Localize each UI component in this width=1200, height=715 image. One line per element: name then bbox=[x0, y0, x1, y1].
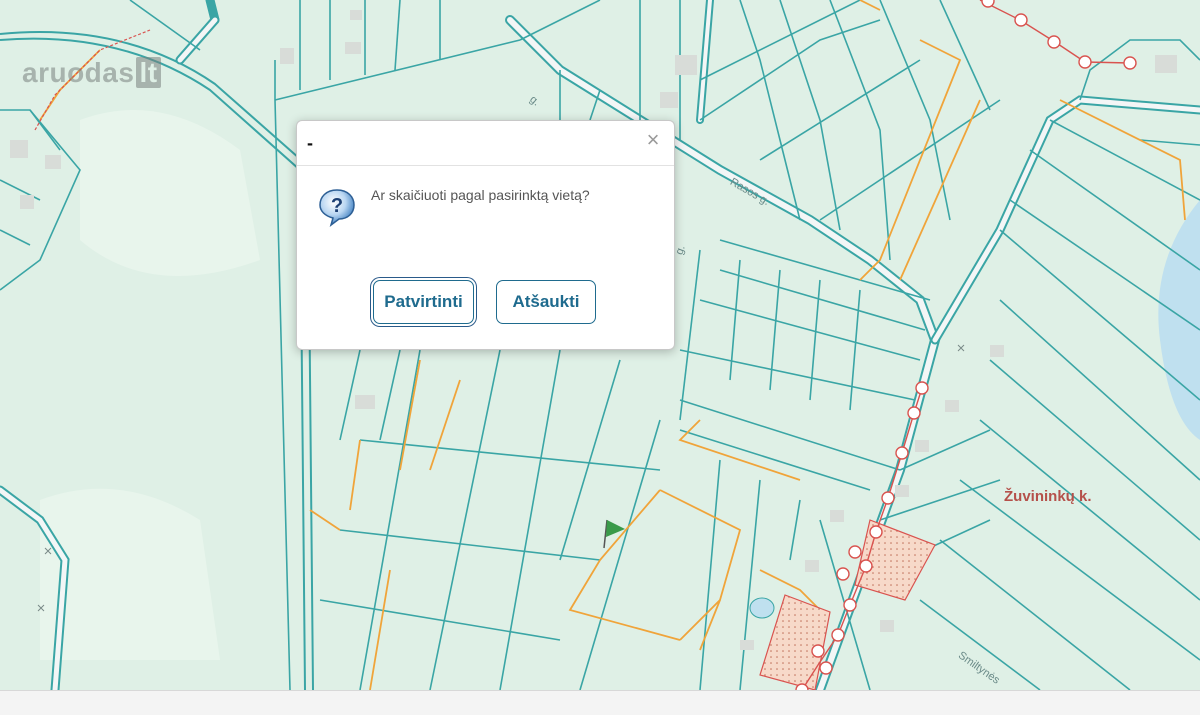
confirm-dialog: - × ? Ar skaičiuoti pagal pasirinktą vie… bbox=[296, 120, 675, 350]
svg-text:?: ? bbox=[331, 195, 343, 217]
dialog-header: - × bbox=[297, 121, 674, 166]
map-footer-strip bbox=[0, 690, 1200, 715]
watermark-logo: aruodas lt bbox=[22, 57, 161, 89]
dialog-title: - bbox=[307, 133, 313, 153]
question-icon: ? bbox=[319, 189, 355, 227]
pond bbox=[749, 597, 775, 619]
close-icon[interactable]: × bbox=[642, 129, 664, 151]
cancel-button[interactable]: Atšaukti bbox=[496, 280, 596, 324]
watermark-brand: aruodas bbox=[22, 57, 135, 88]
dialog-message: Ar skaičiuoti pagal pasirinktą vietą? bbox=[371, 187, 590, 203]
confirm-button[interactable]: Patvirtinti bbox=[373, 280, 474, 324]
village-label: Žuvininkų k. bbox=[1004, 488, 1092, 505]
watermark-tld: lt bbox=[136, 57, 161, 88]
